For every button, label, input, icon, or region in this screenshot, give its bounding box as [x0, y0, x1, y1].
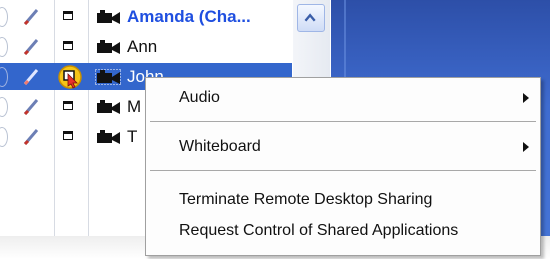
- menu-item-label: Terminate Remote Desktop Sharing: [179, 191, 433, 208]
- menu-item-request-control[interactable]: Request Control of Shared Applications: [146, 216, 540, 246]
- menu-item-label: Whiteboard: [179, 138, 261, 155]
- row-edge: [0, 97, 8, 117]
- window-icon[interactable]: [63, 101, 73, 110]
- row-edge: [0, 7, 8, 27]
- row-edge: [0, 37, 8, 57]
- video-camera-icon[interactable]: [95, 99, 121, 115]
- raise-hand-icon[interactable]: [57, 64, 83, 90]
- pen-icon[interactable]: [20, 96, 42, 118]
- submenu-arrow-icon: [523, 93, 529, 103]
- video-camera-icon[interactable]: [95, 129, 121, 145]
- submenu-arrow-icon: [523, 142, 529, 152]
- video-camera-icon[interactable]: [95, 9, 121, 25]
- window-icon[interactable]: [63, 41, 73, 50]
- scroll-up-button[interactable]: [297, 4, 325, 32]
- chevron-up-icon: [304, 13, 316, 22]
- participant-row[interactable]: Ann: [0, 33, 292, 60]
- menu-item-terminate-sharing[interactable]: Terminate Remote Desktop Sharing: [146, 185, 540, 215]
- pen-icon[interactable]: [20, 126, 42, 148]
- participant-name: T: [127, 127, 138, 146]
- menu-separator: [150, 121, 536, 122]
- pen-icon[interactable]: [20, 6, 42, 28]
- participant-name: Amanda (Cha...: [127, 7, 251, 26]
- menu-item-label: Request Control of Shared Applications: [179, 222, 459, 239]
- window-icon[interactable]: [63, 131, 73, 140]
- row-edge: [0, 127, 8, 147]
- row-edge: [0, 67, 8, 87]
- participant-row[interactable]: Amanda (Cha...: [0, 3, 292, 30]
- participant-name: Ann: [127, 37, 158, 56]
- video-camera-icon[interactable]: [95, 39, 121, 55]
- window-icon[interactable]: [63, 11, 73, 20]
- menu-separator: [150, 170, 536, 171]
- participant-name: M: [127, 97, 142, 116]
- pen-icon[interactable]: [20, 66, 42, 88]
- menu-item-whiteboard[interactable]: Whiteboard: [146, 132, 540, 162]
- pen-icon[interactable]: [20, 36, 42, 58]
- menu-item-audio[interactable]: Audio: [146, 83, 540, 113]
- menu-item-label: Audio: [179, 89, 220, 106]
- video-camera-icon[interactable]: [95, 69, 121, 85]
- context-menu: Audio Whiteboard Terminate Remote Deskto…: [145, 77, 541, 256]
